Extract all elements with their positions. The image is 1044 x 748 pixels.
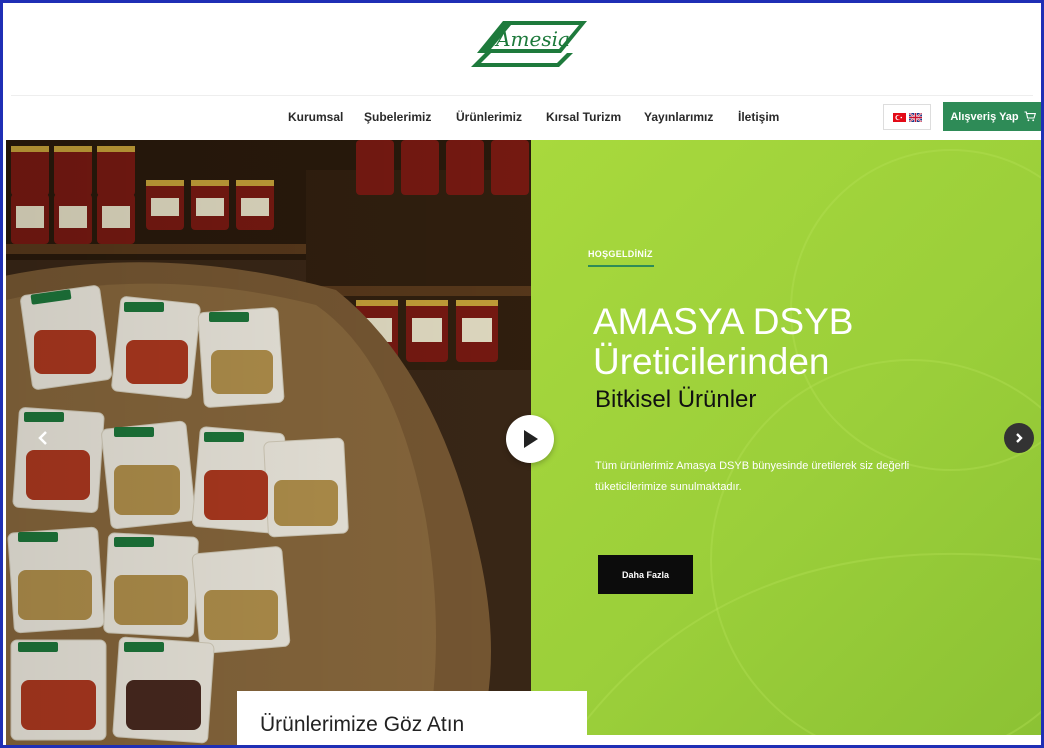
shop-button-label: Alışveriş Yap [950, 110, 1019, 123]
hero-content-panel: HOŞGELDİNİZ AMASYA DSYB Üreticilerinden … [531, 140, 1041, 735]
products-card-title: Ürünlerimize Göz Atın [260, 713, 465, 736]
daha-fazla-button[interactable]: Daha Fazla [598, 555, 693, 594]
hero-description: Tüm ürünlerimiz Amasya DSYB bünyesinde ü… [595, 460, 910, 493]
browser-viewport: Amesia Kurumsal Şubelerimiz Ürünlerimiz … [0, 0, 1044, 748]
eyebrow-underline [588, 265, 654, 267]
nav-item-kurumsal[interactable]: Kurumsal [288, 110, 343, 124]
chevron-right-icon [1016, 433, 1023, 443]
cart-icon [1024, 111, 1036, 122]
logo-text: Amesia [494, 27, 570, 51]
tr-flag-icon[interactable] [892, 112, 906, 122]
decorative-leaf-pattern [573, 149, 1041, 735]
slider-next-button[interactable] [1004, 423, 1034, 453]
hero-eyebrow: HOŞGELDİNİZ [588, 249, 653, 259]
hero-slider: HOŞGELDİNİZ AMASYA DSYB Üreticilerinden … [3, 140, 1041, 745]
logo-bar: Amesia [3, 3, 1041, 95]
hero-title-line1: AMASYA DSYB [593, 301, 854, 342]
slider-prev-button[interactable] [35, 428, 51, 448]
nav-item-iletisim[interactable]: İletişim [738, 110, 779, 124]
nav-item-urunlerimiz[interactable]: Ürünlerimiz [456, 110, 522, 124]
nav-item-yayinlarimiz[interactable]: Yayınlarımız [644, 110, 713, 124]
uk-flag-icon[interactable] [908, 112, 922, 122]
video-play-button[interactable] [506, 415, 554, 463]
main-navigation: Kurumsal Şubelerimiz Ürünlerimiz Kırsal … [3, 96, 1041, 140]
play-icon [524, 430, 538, 448]
hero-title-line2: Üreticilerinden [593, 341, 830, 382]
products-card: Ürünlerimize Göz Atın [237, 691, 587, 745]
hero-product-photo [6, 140, 531, 745]
chevron-left-icon [38, 431, 47, 445]
nav-item-subelerimiz[interactable]: Şubelerimiz [364, 110, 431, 124]
amesia-logo[interactable]: Amesia [463, 13, 597, 75]
language-switcher [883, 104, 931, 130]
hero-title-line3: Bitkisel Ürünler [595, 386, 757, 413]
nav-item-kirsal-turizm[interactable]: Kırsal Turizm [546, 110, 621, 124]
shop-button[interactable]: Alışveriş Yap [943, 102, 1041, 131]
